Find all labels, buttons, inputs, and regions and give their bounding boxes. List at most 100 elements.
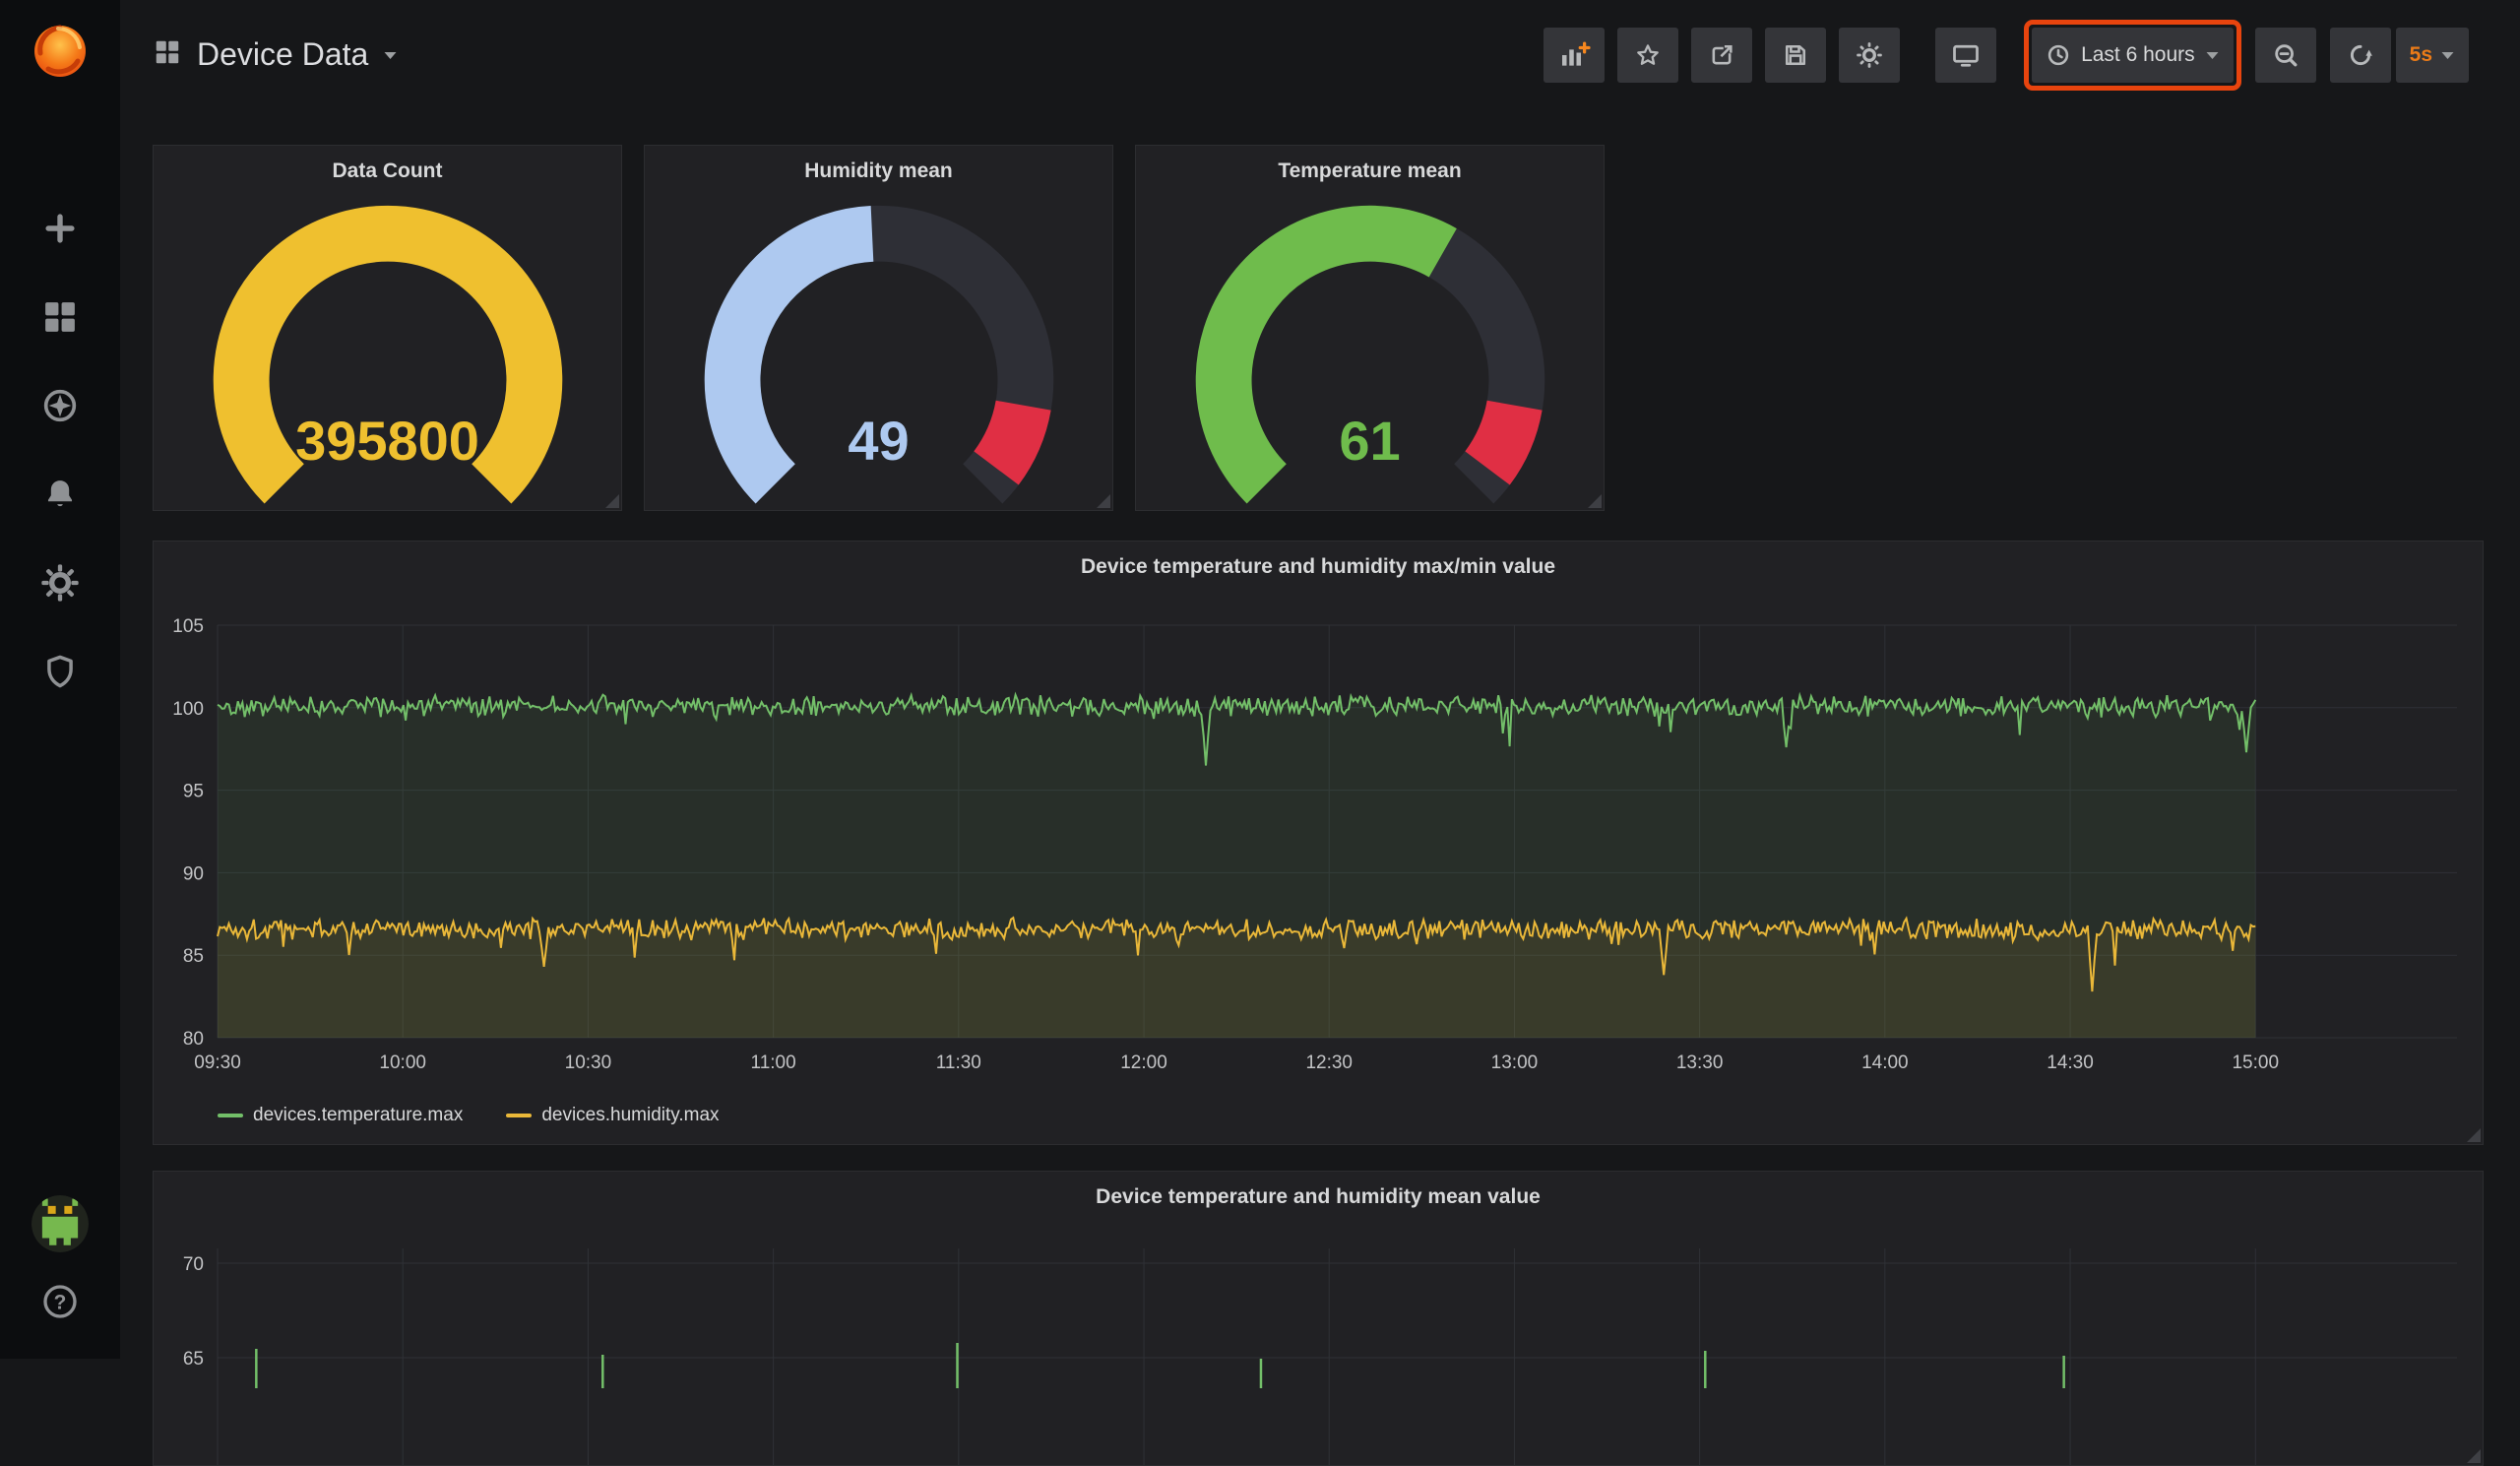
gauge-humidity-mean: 49 [686,197,1072,511]
zoom-out-icon [2272,41,2300,69]
series-devices.humidity.max [218,918,2255,1038]
x-axis-labels: 09:30 10:00 10:30 11:00 11:30 12:00 12:30 13:00… [194,1052,2279,1073]
panel-data-count: Data Count 395800 [153,145,622,511]
svg-text:12:30: 12:30 [1305,1052,1353,1073]
panel-resize-handle[interactable] [2467,1128,2481,1142]
svg-text:95: 95 [183,782,204,802]
chevron-down-icon [2205,50,2220,60]
dashboard-toolbar: Last 6 hours 5s [1544,20,2469,91]
time-range-button[interactable]: Last 6 hours [2032,28,2234,83]
gauge-value: 395800 [195,412,581,471]
timeseries-chart-max-min: 09:30 10:00 10:30 11:00 11:30 12:00 12:30 13:00… [154,601,2484,1108]
save-button[interactable] [1765,28,1826,83]
grid-lines [218,1248,2457,1466]
panel-title[interactable]: Device temperature and humidity mean val… [154,1172,2483,1223]
user-avatar[interactable] [32,1195,89,1252]
svg-text:15:00: 15:00 [2232,1052,2279,1073]
legend-item-devices.temperature.max[interactable]: devices.temperature.max [218,1105,463,1126]
svg-text:65: 65 [183,1349,204,1370]
star-button[interactable] [1617,28,1678,83]
svg-text:14:30: 14:30 [2047,1052,2094,1073]
svg-text:10:00: 10:00 [379,1052,426,1073]
refresh-interval-label: 5s [2410,43,2432,67]
grafana-logo[interactable] [29,20,92,83]
sidebar: ? [0,0,120,1359]
series-spikes [256,1343,2063,1388]
panel-humidity-mean: Humidity mean 49 [644,145,1113,511]
svg-text:10:30: 10:30 [565,1052,612,1073]
svg-text:80: 80 [183,1029,204,1050]
gear-icon[interactable] [40,563,80,603]
settings-gear-icon [1856,41,1883,69]
bell-icon[interactable] [40,475,80,514]
sidebar-menu [40,209,80,691]
panel-resize-handle[interactable] [2467,1449,2481,1463]
svg-text:12:00: 12:00 [1120,1052,1167,1073]
share-icon [1708,41,1735,69]
add-panel-icon [1557,40,1591,70]
tv-icon [1951,40,1981,70]
refresh-icon [2347,41,2374,69]
refresh-interval-button[interactable]: 5s [2396,28,2469,83]
svg-text:?: ? [54,1292,67,1314]
svg-text:09:30: 09:30 [194,1052,241,1073]
compass-icon[interactable] [40,386,80,425]
svg-text:13:00: 13:00 [1491,1052,1539,1073]
dashboard-grid-icon[interactable] [153,37,182,72]
zoom-out-button[interactable] [2255,28,2316,83]
svg-text:85: 85 [183,946,204,967]
svg-text:11:00: 11:00 [751,1052,796,1073]
refresh-button[interactable] [2330,28,2391,83]
panel-mean-chart: Device temperature and humidity mean val… [153,1171,2484,1466]
chart-legend: devices.temperature.max devices.humidity.… [218,1105,720,1126]
sidebar-bottom: ? [0,1195,120,1321]
gauge-value: 61 [1177,412,1563,471]
svg-text:70: 70 [183,1254,204,1275]
legend-color-dash [506,1114,532,1117]
gauge-data-count: 395800 [195,197,581,511]
panel-resize-handle[interactable] [1588,494,1602,508]
time-range-label: Last 6 hours [2081,43,2195,67]
dashboard-settings-button[interactable] [1839,28,1900,83]
dashboards-icon[interactable] [40,297,80,337]
panel-resize-handle[interactable] [605,494,619,508]
timeseries-svg-partial: 70 65 [154,1231,2484,1466]
chevron-down-icon[interactable] [383,50,398,60]
timeseries-chart-mean: 70 65 [154,1231,2484,1466]
panel-resize-handle[interactable] [1097,494,1110,508]
panel-max-min-chart: Device temperature and humidity max/min … [153,541,2484,1145]
y-axis-labels: 70 65 [183,1254,204,1370]
panel-title[interactable]: Temperature mean [1136,146,1604,197]
dashboard-title[interactable]: Device Data [197,36,368,73]
svg-text:105: 105 [172,616,204,637]
panel-temperature-mean: Temperature mean 61 [1135,145,1605,511]
add-panel-button[interactable] [1544,28,1605,83]
time-picker-highlight-box: Last 6 hours [2024,20,2241,91]
y-axis-labels: 80 85 90 95 100 105 [172,616,204,1050]
legend-item-devices.humidity.max[interactable]: devices.humidity.max [506,1105,719,1126]
legend-label: devices.humidity.max [541,1105,719,1126]
legend-label: devices.temperature.max [253,1105,463,1126]
svg-text:13:30: 13:30 [1676,1052,1724,1073]
legend-color-dash [218,1114,243,1117]
shield-icon[interactable] [40,652,80,691]
chevron-down-icon [2440,50,2455,60]
svg-text:11:30: 11:30 [936,1052,981,1073]
svg-text:90: 90 [183,863,204,884]
clock-icon [2046,42,2071,68]
panel-title[interactable]: Data Count [154,146,621,197]
share-button[interactable] [1691,28,1752,83]
gauge-temperature-mean: 61 [1177,197,1563,511]
svg-text:14:00: 14:00 [1861,1052,1909,1073]
save-icon [1782,41,1809,69]
panel-title[interactable]: Device temperature and humidity max/min … [154,542,2483,593]
cycle-view-mode-button[interactable] [1935,28,1996,83]
help-icon[interactable]: ? [40,1282,80,1321]
gauge-value: 49 [686,412,1072,471]
dashboard-header: Device Data [120,0,2520,109]
avatar-pixel-art [32,1195,89,1252]
star-icon [1634,41,1662,69]
panel-title[interactable]: Humidity mean [645,146,1112,197]
svg-text:100: 100 [172,699,204,720]
plus-icon[interactable] [40,209,80,248]
